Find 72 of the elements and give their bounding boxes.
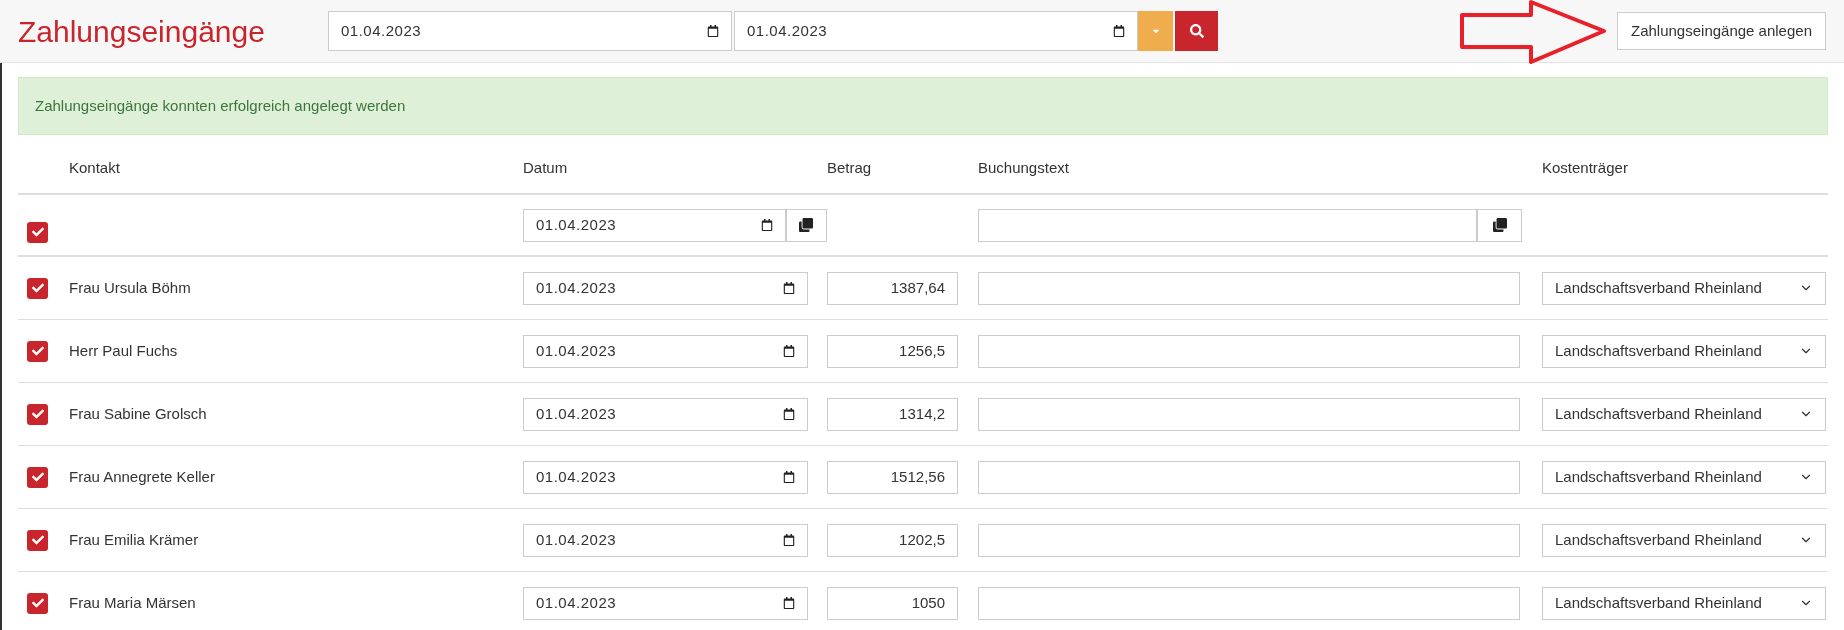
date-field[interactable]: 01.04.2023 [523, 271, 808, 305]
booking-text-field[interactable] [978, 271, 1520, 305]
booking-text-field[interactable] [978, 586, 1520, 620]
check-icon [31, 282, 44, 294]
calendar-icon [783, 345, 795, 357]
calendar-icon [707, 25, 719, 37]
cost-bearer-select[interactable]: Landschaftsverband Rheinland [1542, 397, 1826, 431]
checkbox[interactable] [27, 277, 48, 299]
calendar-icon [1113, 25, 1125, 37]
check-icon [31, 345, 44, 357]
contact-name: Frau Maria Märsen [69, 592, 197, 613]
search-icon [1189, 24, 1204, 38]
calendar-icon [783, 597, 795, 609]
copy-button[interactable] [1477, 208, 1522, 242]
amount-field[interactable]: 1050 [827, 586, 958, 620]
checkbox[interactable] [27, 592, 48, 614]
check-icon [31, 597, 44, 609]
amount-field[interactable]: 1512,56 [827, 460, 958, 494]
booking-text-field[interactable] [978, 523, 1520, 557]
copy-button[interactable] [785, 208, 827, 242]
cost-bearer-select[interactable]: Landschaftsverband Rheinland [1542, 586, 1826, 620]
column-header: Kostenträger [1542, 157, 1629, 178]
column-header: Buchungstext [978, 157, 1070, 178]
checkbox[interactable] [27, 529, 48, 551]
date-field[interactable]: 01.04.2023 [523, 334, 808, 368]
check-icon [31, 408, 44, 420]
booking-text-field[interactable] [978, 397, 1520, 431]
contact-name: Frau Emilia Krämer [69, 529, 200, 550]
page-title: Zahlungseingänge [18, 13, 266, 50]
checkbox[interactable] [27, 340, 48, 362]
copy-icon [1492, 218, 1507, 232]
amount-field[interactable]: 1202,5 [827, 523, 958, 557]
date-field[interactable]: 01.04.2023 [523, 397, 808, 431]
contact-name: Frau Sabine Grolsch [69, 403, 208, 424]
date-field[interactable]: 01.04.2023 [523, 523, 808, 557]
alert-message: Zahlungseingänge konnten erfolgreich angelegt werden [35, 95, 406, 116]
contact-name: Frau Annegrete Keller [69, 466, 216, 487]
amount-field[interactable]: 1314,2 [827, 397, 958, 431]
column-header: Datum [523, 157, 569, 178]
cost-bearer-select[interactable]: Landschaftsverband Rheinland [1542, 460, 1826, 494]
calendar-icon [783, 408, 795, 420]
contact-name: Herr Paul Fuchs [69, 340, 179, 361]
bulk-date-field[interactable]: 01.04.2023 [523, 208, 786, 242]
check-icon [31, 226, 44, 238]
contact-name: Frau Ursula Böhm [69, 277, 192, 298]
date-field[interactable]: 01.04.2023 [523, 586, 808, 620]
create-button[interactable]: Zahlungseingänge anlegen [1617, 12, 1826, 50]
amount-field[interactable]: 1256,5 [827, 334, 958, 368]
checkbox[interactable] [27, 403, 48, 425]
column-header: Kontakt [69, 157, 121, 178]
calendar-icon [783, 471, 795, 483]
copy-icon [799, 218, 814, 232]
cost-bearer-select[interactable]: Landschaftsverband Rheinland [1542, 271, 1826, 305]
check-icon [31, 471, 44, 483]
cost-bearer-select[interactable]: Landschaftsverband Rheinland [1542, 334, 1826, 368]
amount-field[interactable]: 1387,64 [827, 271, 958, 305]
cost-bearer-select[interactable]: Landschaftsverband Rheinland [1542, 523, 1826, 557]
check-icon [31, 534, 44, 546]
calendar-icon [783, 282, 795, 294]
column-header: Betrag [827, 157, 873, 178]
search-button[interactable] [1175, 11, 1218, 51]
date-field[interactable]: 01.04.2023 [523, 460, 808, 494]
calendar-icon [760, 219, 773, 231]
calendar-icon [783, 534, 795, 546]
date-from-field[interactable]: 01.04.2023 [328, 11, 732, 51]
dropdown-toggle[interactable] [1138, 11, 1173, 51]
booking-text-field[interactable] [978, 460, 1520, 494]
booking-text-field[interactable] [978, 334, 1520, 368]
date-to-field[interactable]: 01.04.2023 [734, 11, 1138, 51]
checkbox[interactable] [27, 221, 48, 243]
checkbox[interactable] [27, 466, 48, 488]
bulk-booking-text-field[interactable] [978, 208, 1477, 242]
